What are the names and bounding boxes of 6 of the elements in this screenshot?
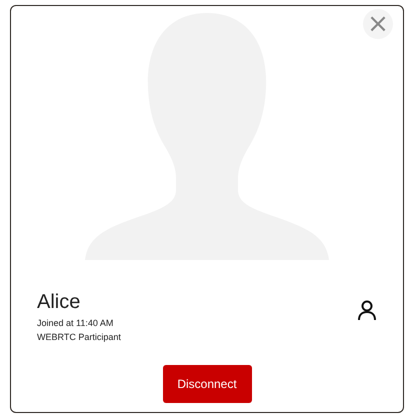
person-icon — [357, 300, 377, 322]
disconnect-button[interactable]: Disconnect — [162, 365, 252, 403]
join-time: Joined at 11:40 AM — [37, 317, 114, 330]
close-button[interactable]: × — [363, 9, 393, 39]
participant-type: WEBRTC Participant — [37, 331, 121, 344]
participant-name: Alice — [37, 290, 82, 314]
